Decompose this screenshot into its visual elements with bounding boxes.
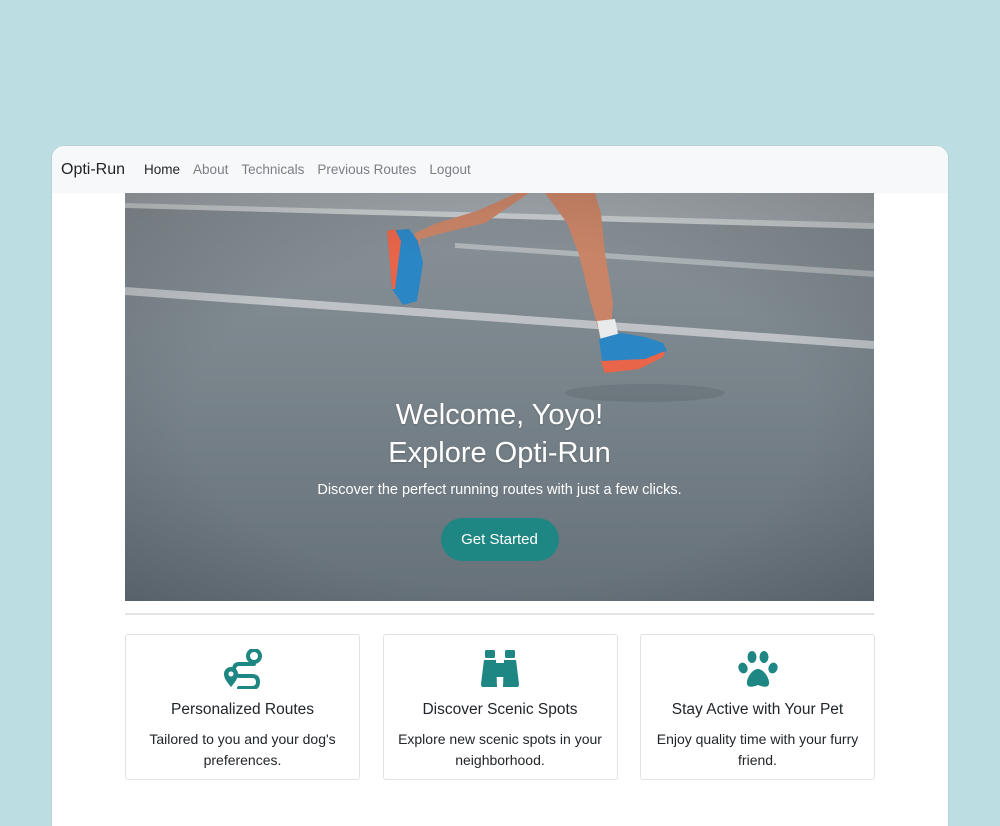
nav-link-home[interactable]: Home bbox=[144, 162, 180, 177]
nav-link-about[interactable]: About bbox=[193, 162, 228, 177]
features-section: Personalized Routes Tailored to you and … bbox=[125, 634, 875, 780]
browser-window: Opti-Run Home About Technicals Previous … bbox=[52, 146, 948, 826]
feature-card-pet: Stay Active with Your Pet Enjoy quality … bbox=[640, 634, 875, 780]
brand-link[interactable]: Opti-Run bbox=[61, 161, 125, 179]
feature-description: Tailored to you and your dog's preferenc… bbox=[149, 731, 336, 768]
nav-link-technicals[interactable]: Technicals bbox=[241, 162, 304, 177]
paw-icon bbox=[737, 651, 778, 687]
hero-content: Welcome, Yoyo! Explore Opti-Run Discover… bbox=[125, 396, 874, 561]
feature-title: Stay Active with Your Pet bbox=[671, 701, 844, 718]
hero-title: Welcome, Yoyo! Explore Opti-Run bbox=[125, 396, 874, 472]
feature-description: Enjoy quality time with your furry frien… bbox=[656, 731, 859, 768]
feature-title: Discover Scenic Spots bbox=[422, 701, 578, 718]
binoculars-icon bbox=[481, 650, 519, 687]
feature-description: Explore new scenic spots in your neighbo… bbox=[398, 731, 602, 768]
feature-card-scenic: Discover Scenic Spots Explore new scenic… bbox=[382, 634, 618, 780]
nav-link-previous-routes[interactable]: Previous Routes bbox=[317, 162, 416, 177]
hero-title-line1: Welcome, Yoyo! bbox=[395, 399, 604, 431]
navbar: Opti-Run Home About Technicals Previous … bbox=[52, 146, 948, 193]
hero-banner: Welcome, Yoyo! Explore Opti-Run Discover… bbox=[125, 193, 874, 601]
feature-card-routes: Personalized Routes Tailored to you and … bbox=[125, 634, 360, 780]
get-started-button[interactable]: Get Started bbox=[440, 518, 559, 561]
nav-links: Home About Technicals Previous Routes Lo… bbox=[144, 162, 484, 177]
route-icon bbox=[223, 649, 262, 689]
hero-title-line2: Explore Opti-Run bbox=[388, 437, 611, 469]
section-divider bbox=[125, 613, 874, 615]
nav-link-logout[interactable]: Logout bbox=[429, 162, 470, 177]
hero-subtitle: Discover the perfect running routes with… bbox=[317, 482, 682, 498]
feature-title: Personalized Routes bbox=[170, 701, 315, 718]
